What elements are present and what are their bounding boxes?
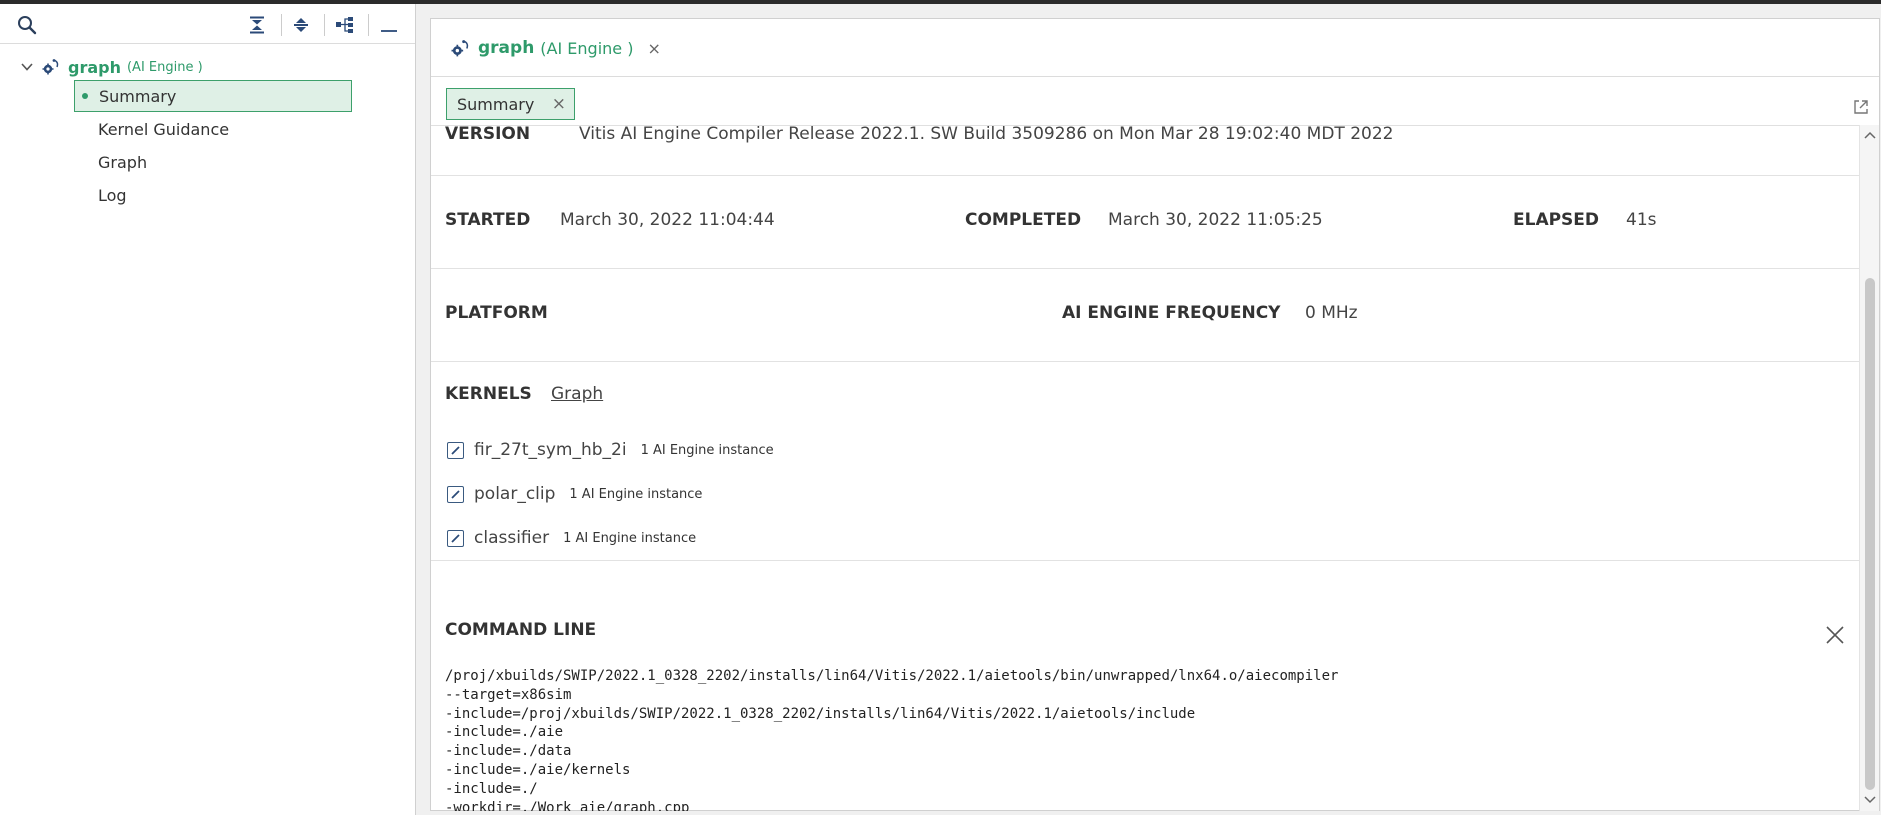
version-label: VERSION: [445, 125, 531, 144]
scrollbar-thumb[interactable]: [1865, 278, 1875, 790]
command-line-label: COMMAND LINE: [445, 620, 597, 640]
summary-content: VERSION Vitis AI Engine Compiler Release…: [431, 125, 1859, 811]
tab-close-icon[interactable]: ×: [647, 39, 660, 58]
kernel-name: polar_clip: [474, 484, 556, 504]
active-dot-icon: [82, 93, 88, 99]
tree-root-graph[interactable]: graph (AI Engine ): [20, 54, 203, 80]
nav-item-label: Log: [98, 185, 127, 205]
platform-row: PLATFORM AI ENGINE FREQUENCY 0 MHz: [431, 269, 1859, 362]
completed-value: March 30, 2022 11:05:25: [1108, 210, 1323, 230]
nav-item-graph[interactable]: Graph: [74, 146, 352, 178]
expand-all-icon[interactable]: [288, 12, 314, 38]
popout-icon[interactable]: [1853, 99, 1869, 115]
frequency-value: 0 MHz: [1305, 303, 1358, 323]
close-icon[interactable]: [1824, 624, 1846, 646]
kernel-icon: [447, 529, 464, 547]
command-line-text: /proj/xbuilds/SWIP/2022.1_0328_2202/inst…: [445, 667, 1338, 811]
report-navigator-panel: graph (AI Engine ) Summary Kernel Guidan…: [0, 4, 416, 815]
collapse-all-icon[interactable]: [244, 12, 270, 38]
subtab-close-icon[interactable]: ×: [552, 94, 566, 114]
kernel-item[interactable]: fir_27t_sym_hb_2i 1 AI Engine instance: [447, 437, 774, 463]
version-row: VERSION Vitis AI Engine Compiler Release…: [431, 126, 1859, 176]
kernel-item[interactable]: polar_clip 1 AI Engine instance: [447, 481, 702, 507]
command-line: -include=./: [445, 780, 538, 797]
ai-engine-graph-icon: [42, 59, 59, 75]
nav-item-log[interactable]: Log: [74, 179, 352, 211]
kernels-section: KERNELS Graph fir_27t_sym_hb_2i 1 AI Eng…: [431, 362, 1859, 561]
tree-root-label: graph: [68, 57, 121, 77]
kernel-instances: 1 AI Engine instance: [563, 530, 697, 546]
nav-item-label: Graph: [98, 152, 148, 172]
ai-engine-graph-icon: [451, 39, 469, 56]
tab-sublabel: (AI Engine ): [540, 38, 634, 58]
kernel-instances: 1 AI Engine instance: [640, 442, 774, 458]
search-icon[interactable]: [14, 12, 40, 38]
navigator-toolbar: [0, 4, 415, 44]
scroll-up-icon[interactable]: [1863, 129, 1877, 143]
version-value: Vitis AI Engine Compiler Release 2022.1.…: [579, 125, 1394, 144]
kernel-name: classifier: [474, 528, 550, 548]
tree-root-sublabel: (AI Engine ): [126, 59, 203, 75]
command-line: -include=./aie: [445, 724, 564, 741]
timing-row: STARTED March 30, 2022 11:04:44 COMPLETE…: [431, 176, 1859, 269]
kernel-instances: 1 AI Engine instance: [569, 486, 703, 502]
toolbar-separator: [324, 14, 325, 36]
command-line: /proj/xbuilds/SWIP/2022.1_0328_2202/inst…: [445, 668, 1339, 684]
nav-item-kernel-guidance[interactable]: Kernel Guidance: [74, 113, 352, 145]
platform-label: PLATFORM: [445, 303, 548, 323]
toolbar-separator: [281, 14, 282, 36]
kernels-label: KERNELS: [445, 384, 532, 404]
command-line: --target=x86sim: [445, 686, 572, 703]
nav-item-summary[interactable]: Summary: [74, 80, 352, 112]
kernel-icon: [447, 441, 464, 459]
kernel-icon: [447, 485, 464, 503]
completed-label: COMPLETED: [965, 210, 1082, 230]
command-line: -include=./data: [445, 743, 572, 760]
toolbar-separator: [368, 14, 369, 36]
subtab-label: Summary: [457, 94, 535, 114]
command-line: -include=./aie/kernels: [445, 761, 631, 778]
started-label: STARTED: [445, 210, 531, 230]
tab-label: graph: [478, 38, 535, 58]
tab-graph[interactable]: graph (AI Engine ) ×: [451, 35, 661, 61]
elapsed-value: 41s: [1626, 210, 1657, 230]
started-value: March 30, 2022 11:04:44: [560, 210, 775, 230]
chevron-down-icon[interactable]: [20, 60, 34, 74]
summary-editor: graph (AI Engine ) × Summary × VERSION V…: [430, 18, 1880, 811]
command-line: -include=/proj/xbuilds/SWIP/2022.1_0328_…: [445, 705, 1196, 722]
editor-tab-bar: graph (AI Engine ) ×: [431, 19, 1879, 77]
scroll-down-icon[interactable]: [1863, 792, 1877, 806]
subtab-summary[interactable]: Summary ×: [446, 88, 575, 120]
kernel-item[interactable]: classifier 1 AI Engine instance: [447, 525, 696, 551]
nav-item-label: Summary: [99, 86, 177, 106]
frequency-label: AI ENGINE FREQUENCY: [1062, 303, 1281, 323]
graph-link[interactable]: Graph: [551, 384, 603, 404]
minimize-icon[interactable]: [376, 12, 402, 38]
vertical-scrollbar[interactable]: [1859, 125, 1879, 811]
elapsed-label: ELAPSED: [1513, 210, 1600, 230]
hierarchy-icon[interactable]: [332, 12, 358, 38]
nav-item-label: Kernel Guidance: [98, 119, 230, 139]
command-line: -workdir=./Work aie/graph.cpp: [445, 799, 690, 811]
editor-area: graph (AI Engine ) × Summary × VERSION V…: [430, 4, 1881, 815]
kernel-name: fir_27t_sym_hb_2i: [474, 440, 627, 460]
